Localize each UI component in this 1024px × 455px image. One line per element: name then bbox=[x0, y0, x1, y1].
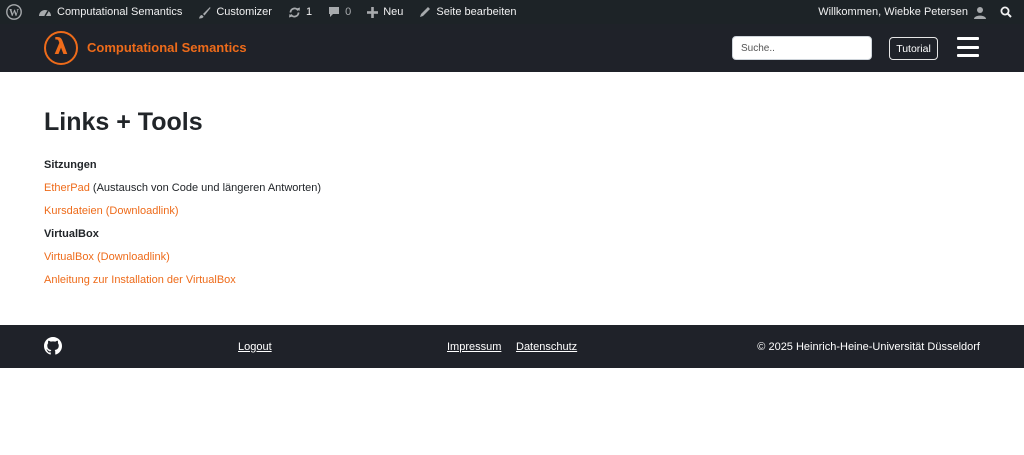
dashboard-icon bbox=[39, 10, 51, 17]
hamburger-bar bbox=[957, 37, 979, 40]
virtualbox-download-link[interactable]: VirtualBox (Downloadlink) bbox=[44, 251, 170, 263]
site-brand-link[interactable]: Computational Semantics bbox=[87, 40, 247, 55]
account-menu[interactable]: Willkommen, Wiebke Petersen bbox=[812, 0, 992, 24]
page-title: Links + Tools bbox=[44, 108, 203, 136]
site-name-menu[interactable]: Computational Semantics bbox=[28, 0, 188, 24]
customizer-menu[interactable]: Customizer bbox=[188, 0, 278, 24]
updates-icon bbox=[288, 7, 300, 17]
site-footer: Logout Impressum Datenschutz © 2025 Hein… bbox=[0, 325, 1024, 368]
hamburger-menu-icon[interactable] bbox=[957, 37, 979, 57]
updates-count: 1 bbox=[305, 6, 313, 18]
lambda-logo-icon: λ bbox=[54, 35, 68, 60]
svg-text:W: W bbox=[9, 8, 19, 19]
plus-icon bbox=[367, 6, 379, 18]
comments-count: 0 bbox=[345, 6, 352, 18]
github-icon[interactable] bbox=[44, 337, 62, 355]
kursdateien-link[interactable]: Kursdateien (Downloadlink) bbox=[44, 205, 179, 217]
search-input[interactable] bbox=[732, 36, 872, 60]
list-item: Anleitung zur Installation der VirtualBo… bbox=[44, 273, 984, 296]
hamburger-bar bbox=[957, 54, 979, 57]
site-name-label: Computational Semantics bbox=[57, 6, 183, 18]
etherpad-description: (Austausch von Code und längeren Antwort… bbox=[89, 182, 322, 194]
datenschutz-link[interactable]: Datenschutz bbox=[516, 341, 577, 353]
list-item: EtherPad (Austausch von Code und längere… bbox=[44, 181, 984, 204]
new-content-menu[interactable]: Neu bbox=[357, 0, 409, 24]
list-item: Kursdateien (Downloadlink) bbox=[44, 204, 984, 227]
tutorial-button[interactable]: Tutorial bbox=[889, 37, 938, 60]
welcome-label: Willkommen, Wiebke Petersen bbox=[818, 6, 968, 18]
hamburger-bar bbox=[957, 45, 979, 49]
pencil-icon bbox=[420, 7, 431, 17]
section-heading-sitzungen: Sitzungen bbox=[44, 159, 97, 171]
list-item: VirtualBox (Downloadlink) bbox=[44, 250, 984, 273]
edit-page-menu[interactable]: Seite bearbeiten bbox=[409, 0, 522, 24]
updates-menu[interactable]: 1 bbox=[278, 0, 318, 24]
customizer-label: Customizer bbox=[216, 6, 272, 18]
wordpress-menu[interactable]: W bbox=[0, 0, 28, 24]
etherpad-link[interactable]: EtherPad bbox=[44, 182, 90, 194]
wp-admin-bar: W Computational Semantics Customizer 1 0… bbox=[0, 0, 1024, 24]
comments-menu[interactable]: 0 bbox=[318, 0, 357, 24]
edit-page-label: Seite bearbeiten bbox=[436, 6, 517, 18]
site-logo[interactable]: λ bbox=[44, 31, 78, 65]
paintbrush-icon bbox=[199, 6, 211, 18]
site-header: λ Computational Semantics Tutorial bbox=[0, 24, 1024, 72]
main-content: Links + Tools Sitzungen EtherPad (Austau… bbox=[44, 106, 984, 296]
logout-link[interactable]: Logout bbox=[238, 341, 272, 353]
section-heading-virtualbox: VirtualBox bbox=[44, 228, 99, 240]
impressum-link[interactable]: Impressum bbox=[447, 341, 501, 353]
user-avatar-icon bbox=[974, 6, 986, 19]
wordpress-logo-icon: W bbox=[6, 4, 22, 20]
copyright-text: © 2025 Heinrich-Heine-Universität Düssel… bbox=[757, 341, 980, 353]
virtualbox-guide-link[interactable]: Anleitung zur Installation der VirtualBo… bbox=[44, 274, 236, 286]
admin-search-button[interactable] bbox=[992, 0, 1024, 24]
new-label: Neu bbox=[383, 6, 404, 18]
comment-bubble-icon bbox=[329, 7, 340, 17]
search-icon bbox=[1000, 6, 1012, 18]
